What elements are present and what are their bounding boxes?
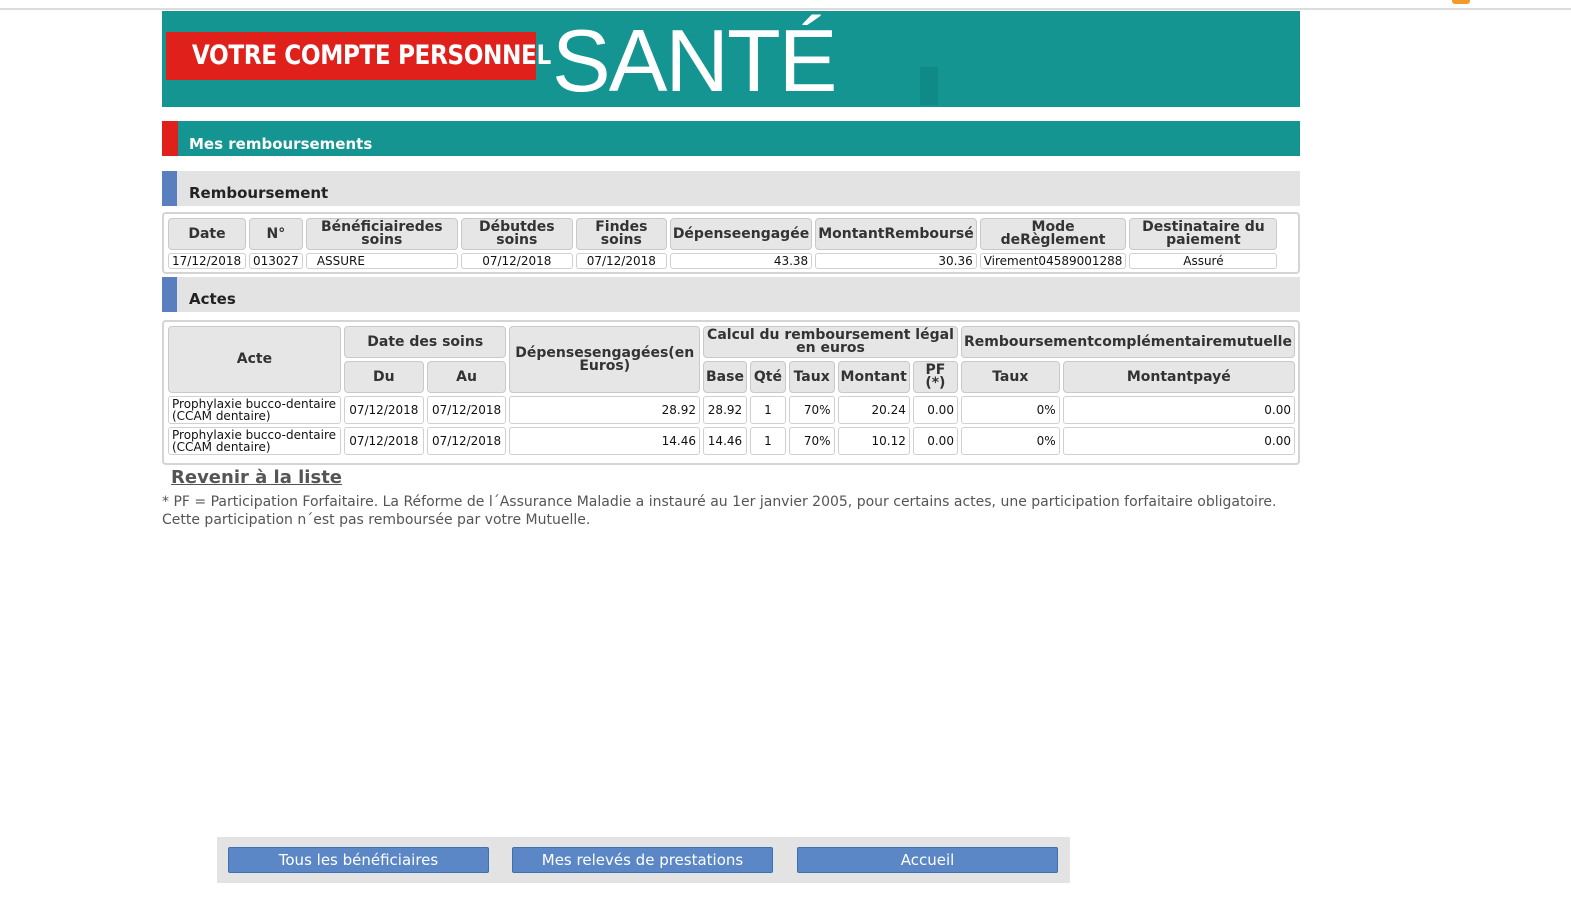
col-header-date-soins: Date des soins xyxy=(343,326,507,358)
col-header: Date xyxy=(168,218,246,250)
remboursement-table: Date N° Bénéficiairedes soins Débutdes s… xyxy=(165,215,1280,272)
section-marker xyxy=(162,171,177,206)
section-title: Actes xyxy=(189,290,236,308)
col-header-qte: Qté xyxy=(749,361,786,393)
header-banner: VOTRE COMPTE PERSONNEL SANTÉ xyxy=(162,11,1300,107)
col-header: Findes soins xyxy=(575,218,667,250)
cell-pf: 0.00 xyxy=(912,396,958,424)
col-header-complementaire: Remboursementcomplémentairemutuelle xyxy=(960,326,1295,358)
cell-du: 07/12/2018 xyxy=(343,396,424,424)
cell-qte: 1 xyxy=(749,427,786,455)
cell-depense: 43.38 xyxy=(669,253,813,269)
cell-date: 17/12/2018 xyxy=(168,253,246,269)
bottom-button-bar: Tous les bénéficiaires Mes relevés de pr… xyxy=(217,837,1070,883)
cell-taux-compl: 0% xyxy=(960,427,1060,455)
col-header-taux-compl: Taux xyxy=(960,361,1060,393)
actes-table-container: Acte Date des soins Dépensesengagées(en … xyxy=(162,320,1300,465)
cell-au: 07/12/2018 xyxy=(426,427,507,455)
cell-base: 28.92 xyxy=(702,396,747,424)
cell-au: 07/12/2018 xyxy=(426,396,507,424)
cell-taux: 70% xyxy=(788,427,835,455)
col-header-depenses: Dépensesengagées(en Euros) xyxy=(509,326,700,393)
col-header-du: Du xyxy=(343,361,424,393)
col-header-base: Base xyxy=(702,361,747,393)
cell-acte: Prophylaxie bucco-dentaire (CCAM dentair… xyxy=(168,396,341,424)
table-row: Prophylaxie bucco-dentaire (CCAM dentair… xyxy=(168,396,1295,424)
table-row: Prophylaxie bucco-dentaire (CCAM dentair… xyxy=(168,427,1295,455)
browser-top-edge xyxy=(0,0,1571,10)
cell-montant-rembourse: 30.36 xyxy=(815,253,977,269)
cell-montant: 20.24 xyxy=(837,396,910,424)
cell-acte: Prophylaxie bucco-dentaire (CCAM dentair… xyxy=(168,427,341,455)
col-header-taux: Taux xyxy=(788,361,835,393)
cell-numero: 013027 xyxy=(249,253,303,269)
cell-base: 14.46 xyxy=(702,427,747,455)
col-header-acte: Acte xyxy=(168,326,341,393)
table-row: 17/12/2018 013027 ASSURE 07/12/2018 07/1… xyxy=(168,253,1278,269)
cell-fin-soins: 07/12/2018 xyxy=(575,253,667,269)
remboursement-table-container: Date N° Bénéficiairedes soins Débutdes s… xyxy=(162,212,1300,274)
cell-taux-compl: 0% xyxy=(960,396,1060,424)
cell-montant: 10.12 xyxy=(837,427,910,455)
cell-depenses: 28.92 xyxy=(509,396,700,424)
cell-debut-soins: 07/12/2018 xyxy=(460,253,573,269)
table-header-row: Acte Date des soins Dépensesengagées(en … xyxy=(168,326,1295,393)
footnote-pf: * PF = Participation Forfaitaire. La Réf… xyxy=(162,494,1277,528)
section-marker xyxy=(162,121,178,156)
cell-beneficiaire: ASSURE xyxy=(305,253,458,269)
col-header: Débutdes soins xyxy=(460,218,573,250)
compte-personnel-label: VOTRE COMPTE PERSONNEL xyxy=(191,40,551,71)
col-header-calcul: Calcul du remboursement légal en euros xyxy=(702,326,958,358)
releves-prestations-button[interactable]: Mes relevés de prestations xyxy=(512,847,773,873)
cell-taux: 70% xyxy=(788,396,835,424)
col-header: Bénéficiairedes soins xyxy=(305,218,458,250)
section-title: Mes remboursements xyxy=(189,135,373,153)
col-header: N° xyxy=(249,218,303,250)
back-to-list-link[interactable]: Revenir à la liste xyxy=(171,467,342,488)
col-header-montant: Montant xyxy=(837,361,910,393)
cell-depenses: 14.46 xyxy=(509,427,700,455)
section-header-mes-remboursements: Mes remboursements xyxy=(162,121,1300,156)
cell-pf: 0.00 xyxy=(912,427,958,455)
col-header: Mode deRèglement xyxy=(979,218,1127,250)
cell-destinataire: Assuré xyxy=(1129,253,1278,269)
cell-montant-paye: 0.00 xyxy=(1062,427,1295,455)
all-beneficiaries-button[interactable]: Tous les bénéficiaires xyxy=(228,847,489,873)
col-header: Destinataire du paiement xyxy=(1129,218,1278,250)
col-header-pf: PF (*) xyxy=(912,361,958,393)
section-marker xyxy=(162,277,177,312)
section-header-remboursement: Remboursement xyxy=(162,171,1300,206)
section-title: Remboursement xyxy=(189,184,329,202)
rss-icon[interactable] xyxy=(1452,0,1470,4)
col-header-au: Au xyxy=(426,361,507,393)
cell-qte: 1 xyxy=(749,396,786,424)
actes-table: Acte Date des soins Dépensesengagées(en … xyxy=(165,323,1298,458)
sante-logo-text: SANTÉ xyxy=(552,11,837,110)
cell-mode-reglement: Virement04589001288 xyxy=(979,253,1127,269)
col-header: MontantRemboursé xyxy=(815,218,977,250)
compte-personnel-logo: VOTRE COMPTE PERSONNEL xyxy=(166,32,551,80)
cell-montant-paye: 0.00 xyxy=(1062,396,1295,424)
logo-square-decoration xyxy=(920,67,938,105)
section-header-actes: Actes xyxy=(162,277,1300,312)
table-header-row: Date N° Bénéficiairedes soins Débutdes s… xyxy=(168,218,1278,250)
cell-du: 07/12/2018 xyxy=(343,427,424,455)
col-header: Dépenseengagée xyxy=(669,218,813,250)
col-header-montant-paye: Montantpayé xyxy=(1062,361,1295,393)
accueil-button[interactable]: Accueil xyxy=(797,847,1058,873)
